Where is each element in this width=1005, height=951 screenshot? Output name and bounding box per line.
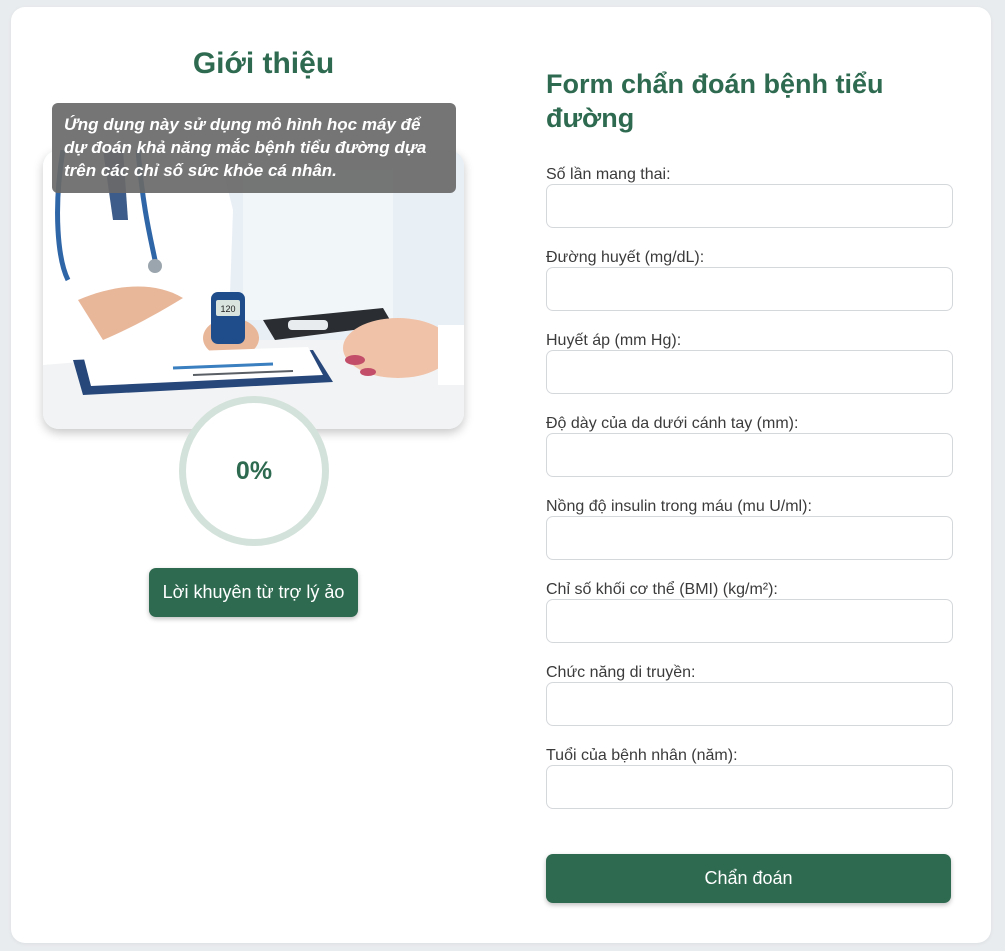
field-label-blood-pressure: Huyết áp (mm Hg): — [546, 332, 682, 349]
skin-thickness-input[interactable] — [546, 433, 953, 477]
bmi-input[interactable] — [546, 599, 953, 643]
blood-pressure-input[interactable] — [546, 350, 953, 394]
form-title: Form chẩn đoán bệnh tiểu đường — [546, 69, 884, 133]
age-input[interactable] — [546, 765, 953, 809]
diagnose-button[interactable]: Chẩn đoán — [546, 854, 951, 903]
field-label-bmi: Chỉ số khối cơ thể (BMI) (kg/m²): — [546, 581, 778, 598]
field-label-insulin: Nồng độ insulin trong máu (mu U/ml): — [546, 498, 812, 515]
intro-title: Giới thiệu — [192, 47, 335, 80]
progress-value: 0% — [235, 456, 273, 485]
pregnancies-input[interactable] — [546, 184, 953, 228]
virtual-assistant-advice-button[interactable]: Lời khuyên từ trợ lý ảo — [149, 568, 358, 617]
insulin-input[interactable] — [546, 516, 953, 560]
intro-description: Ứng dụng này sử dụng mô hình học máy để … — [52, 103, 456, 193]
field-label-pedigree: Chức năng di truyền: — [546, 664, 696, 681]
pedigree-input[interactable] — [546, 682, 953, 726]
main-card: Giới thiệu 120 Ứng dụng này sử dụng mô h… — [11, 7, 991, 943]
field-label-skin-thickness: Độ dày của da dưới cánh tay (mm): — [546, 415, 799, 432]
field-label-pregnancies: Số lần mang thai: — [546, 166, 671, 183]
field-label-age: Tuổi của bệnh nhân (năm): — [546, 747, 738, 764]
field-label-glucose: Đường huyết (mg/dL): — [546, 249, 705, 266]
progress-circle: 0% — [179, 396, 329, 546]
glucometer-reading: 120 — [220, 304, 235, 314]
glucose-input[interactable] — [546, 267, 953, 311]
